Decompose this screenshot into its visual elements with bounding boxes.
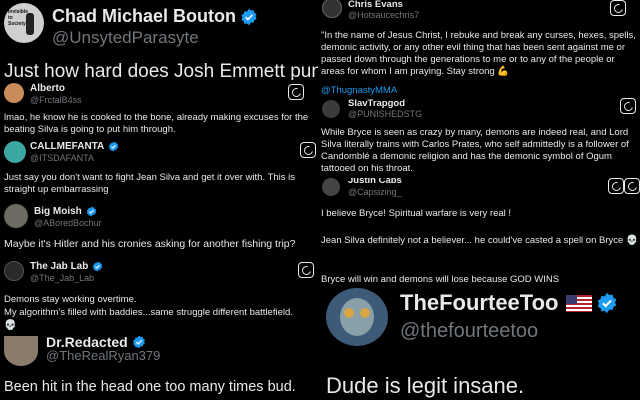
tweet-line-3: Bryce will win and demons will lose beca… [321, 274, 560, 285]
tweet-slavtrapgod: SlavTrapgod @PUNISHEDSTG While Bryce is … [318, 98, 640, 178]
tweet-text: Just how hard does Josh Emmett punch? [4, 61, 318, 80]
author-handle[interactable]: @ITSDAFANTA [30, 153, 94, 163]
tweet-chris-evans: Chris Evans @Hotsaucechris7 "In the name… [318, 0, 640, 98]
tweet-text: Been hit in the head one too many times … [4, 379, 296, 395]
avatar[interactable]: Invisible to Society [4, 3, 44, 43]
avatar[interactable] [4, 336, 38, 366]
grok-icon[interactable] [620, 98, 636, 114]
avatar[interactable] [4, 261, 24, 281]
author-handle[interactable]: @The_Jab_Lab [30, 273, 94, 283]
tweet-jab-lab: The Jab Lab @The_Jab_Lab Demons stay wor… [0, 258, 318, 336]
tweet-line-1: I believe Bryce! Spiritual warfare is ve… [321, 208, 512, 219]
tweet-dr-redacted: Dr.Redacted @TheRealRyan379 Been hit in … [0, 336, 318, 400]
author-handle[interactable]: @UnsytedParasyte [52, 28, 199, 48]
tweet-text: Just say you don't want to fight Jean Si… [4, 172, 296, 196]
tweet-text: Maybe it's Hitler and his cronies asking… [4, 238, 296, 250]
avatar[interactable] [322, 178, 340, 196]
tweet-alberto: Alberto @FrctalB4ss lmao, he know he is … [0, 80, 318, 138]
author-name[interactable]: SlavTrapgod [348, 98, 405, 109]
tweet-line-2: Jean Silva definitely not a believer... … [321, 235, 639, 247]
author-name[interactable]: Alberto [30, 83, 65, 94]
tweet-line-2-text: Jean Silva definitely not a believer... … [321, 235, 624, 246]
author-name[interactable]: CALLMEFANTA [30, 141, 104, 152]
verified-badge-icon [109, 141, 119, 152]
author-name[interactable]: The Jab Lab [30, 261, 88, 272]
author-name[interactable]: Justin Cabs [348, 178, 402, 186]
skull-emoji: 💀 [625, 235, 638, 246]
avatar-text: Invisible to Society [8, 9, 29, 27]
tweet-text: Dude is legit insane. [326, 373, 525, 398]
grok-icon[interactable] [298, 262, 314, 278]
avatar-figure [26, 13, 34, 35]
tweet-body: "In the name of Jesus Christ, I rebuke a… [321, 30, 636, 78]
verified-badge-icon [93, 261, 103, 272]
author-name[interactable]: Chad Michael Bouton [52, 6, 236, 27]
grok-icon[interactable] [288, 84, 304, 100]
avatar[interactable] [326, 288, 388, 346]
avatar-eye [344, 308, 354, 318]
verified-badge-icon [86, 206, 96, 217]
avatar[interactable] [4, 141, 26, 163]
avatar[interactable] [4, 83, 24, 103]
grok-icon[interactable] [610, 0, 626, 16]
author-name[interactable]: Chris Evans [348, 0, 403, 10]
tweet-text: "In the name of Jesus Christ, I rebuke a… [321, 30, 639, 79]
tweet-text: While Bryce is seen as crazy by many, de… [321, 127, 629, 175]
mention-link[interactable]: @ThugnastyMMA [321, 85, 397, 97]
us-flag-icon [566, 294, 593, 312]
author-handle[interactable]: @ABoredBochur [34, 218, 102, 228]
avatar-eye [360, 308, 370, 318]
tweet-line-2: My algorithm's filled with baddies...sam… [4, 307, 293, 318]
author-handle[interactable]: @TheRealRyan379 [46, 348, 160, 363]
avatar[interactable] [4, 204, 28, 228]
tweet-thefourteetoo: TheFourteeToo @thefourteetoo Dude is leg… [318, 288, 640, 400]
tweet-big-moish: Big Moish @ABoredBochur Maybe it's Hitle… [0, 200, 318, 258]
grok-icon[interactable] [608, 178, 624, 194]
author-name[interactable]: TheFourteeToo [400, 290, 558, 316]
grok-icon[interactable] [624, 178, 640, 194]
author-handle[interactable]: @Capsizing_ [348, 187, 402, 197]
tweet-callmefanta: CALLMEFANTA @ITSDAFANTA Just say you don… [0, 138, 318, 200]
skull-emoji: 💀 [4, 320, 17, 331]
author-name[interactable]: Big Moish [34, 206, 82, 217]
author-handle[interactable]: @FrctalB4ss [30, 95, 82, 105]
avatar[interactable] [322, 0, 342, 18]
avatar[interactable] [322, 100, 340, 118]
tweet-chad: Invisible to Society Chad Michael Bouton… [0, 0, 318, 80]
author-handle[interactable]: @Hotsaucechris7 [348, 10, 419, 20]
tweet-line-1: Demons stay working overtime. [4, 294, 137, 305]
grok-icon[interactable] [300, 142, 316, 158]
tweet-justin-cabs: Justin Cabs @Capsizing_ I believe Bryce!… [318, 178, 640, 288]
flexed-biceps-emoji: 💪 [497, 66, 510, 78]
verified-badge-icon [241, 8, 257, 25]
author-handle[interactable]: @thefourteetoo [400, 320, 538, 343]
author-handle[interactable]: @PUNISHEDSTG [348, 109, 422, 119]
verified-badge-icon [598, 292, 617, 314]
tweet-text: lmao, he know he is cooked to the bone, … [4, 112, 309, 136]
